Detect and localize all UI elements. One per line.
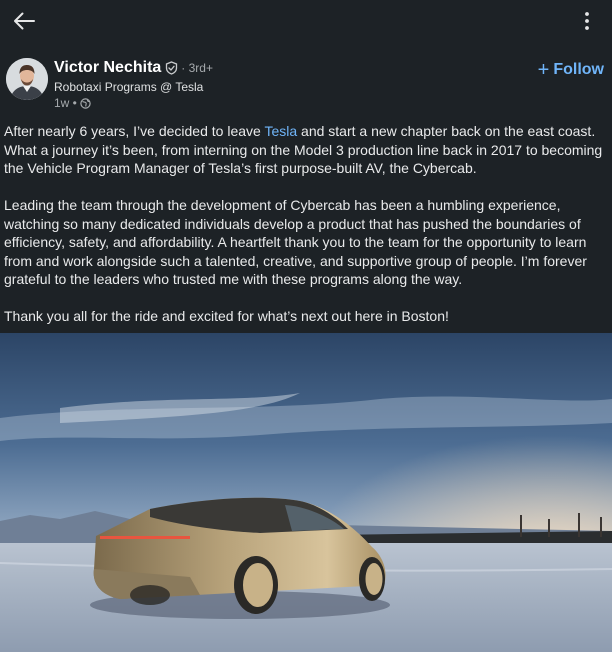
follow-label: Follow xyxy=(553,61,604,78)
globe-icon xyxy=(80,97,91,109)
post-paragraph-1: After nearly 6 years, I’ve decided to le… xyxy=(4,122,606,178)
plus-icon: + xyxy=(537,59,550,81)
verified-shield-icon xyxy=(165,61,178,75)
company-mention-link[interactable]: Tesla xyxy=(264,123,297,139)
post-paragraph-3: Thank you all for the ride and excited f… xyxy=(4,308,449,324)
post-header: Victor Nechita · 3rd+ Robotaxi Programs … xyxy=(0,56,612,116)
more-options-button[interactable] xyxy=(580,8,594,34)
arrow-left-icon xyxy=(14,12,35,30)
post-image[interactable] xyxy=(0,333,612,652)
author-name-row: Victor Nechita · 3rd+ xyxy=(54,59,213,77)
avatar[interactable] xyxy=(6,58,48,100)
post-meta: 1w • xyxy=(54,96,91,110)
author-headline: Robotaxi Programs @ Tesla xyxy=(54,80,204,94)
author-name[interactable]: Victor Nechita xyxy=(54,59,161,77)
paragraph-text: After nearly 6 years, I’ve decided to le… xyxy=(4,123,265,139)
follow-button[interactable]: + Follow xyxy=(538,60,604,80)
more-vertical-icon xyxy=(585,12,589,30)
back-button[interactable] xyxy=(8,6,40,36)
connection-degree: · 3rd+ xyxy=(181,61,213,75)
post-paragraph-2: Leading the team through the development… xyxy=(4,197,587,287)
top-app-bar xyxy=(0,0,612,44)
post-text: After nearly 6 years, I’ve decided to le… xyxy=(4,122,606,344)
post-time: 1w • xyxy=(54,96,77,110)
